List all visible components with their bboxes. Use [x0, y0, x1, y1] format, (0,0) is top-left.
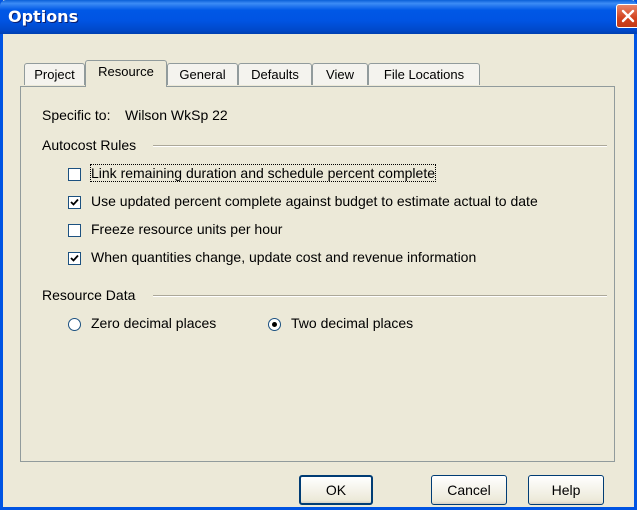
when-quantities-change-label[interactable]: When quantities change, update cost and …	[91, 249, 476, 265]
help-button[interactable]: Help	[528, 475, 604, 505]
autocost-divider	[153, 145, 607, 147]
zero-decimal-label[interactable]: Zero decimal places	[91, 315, 216, 331]
tab-defaults[interactable]: Defaults	[238, 63, 312, 85]
autocost-rules-heading: Autocost Rules	[42, 137, 137, 153]
when-quantities-change-checkbox[interactable]	[68, 252, 81, 265]
use-updated-percent-checkbox[interactable]	[68, 196, 81, 209]
radio-selected-dot	[272, 322, 277, 327]
two-decimal-label[interactable]: Two decimal places	[291, 315, 413, 331]
two-decimal-radio[interactable]	[268, 318, 281, 331]
use-updated-percent-label[interactable]: Use updated percent complete against bud…	[91, 193, 538, 209]
tab-resource[interactable]: Resource	[85, 60, 167, 87]
specific-to-value: Wilson WkSp 22	[125, 107, 228, 123]
cancel-button[interactable]: Cancel	[431, 475, 507, 505]
specific-to-label: Specific to:	[42, 107, 111, 123]
resource-data-divider	[153, 295, 607, 297]
freeze-units-checkbox[interactable]	[68, 224, 81, 237]
checkmark-icon	[70, 254, 79, 262]
freeze-units-label[interactable]: Freeze resource units per hour	[91, 221, 282, 237]
title-bar[interactable]: Options	[0, 0, 637, 34]
checkmark-icon	[70, 198, 79, 206]
zero-decimal-radio[interactable]	[68, 318, 81, 331]
tab-file-locations[interactable]: File Locations	[368, 63, 480, 85]
close-button[interactable]	[616, 4, 637, 28]
ok-button[interactable]: OK	[299, 475, 373, 505]
link-remaining-label[interactable]: Link remaining duration and schedule per…	[90, 164, 436, 182]
tab-project[interactable]: Project	[24, 63, 85, 85]
resource-panel: Specific to: Wilson WkSp 22 Autocost Rul…	[20, 86, 615, 462]
window-title: Options	[8, 7, 79, 26]
close-icon	[621, 9, 635, 23]
tab-view[interactable]: View	[312, 63, 368, 85]
resource-data-heading: Resource Data	[42, 287, 136, 303]
link-remaining-checkbox[interactable]	[68, 168, 81, 181]
tab-general[interactable]: General	[167, 63, 238, 85]
